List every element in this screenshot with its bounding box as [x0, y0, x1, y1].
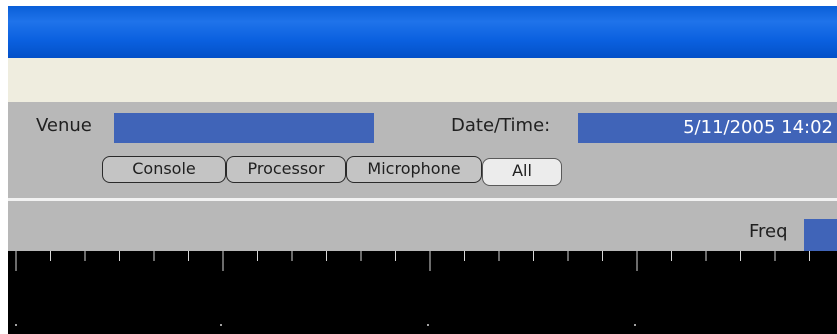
freq-field[interactable] [804, 219, 837, 251]
grid-dot [634, 324, 636, 326]
datetime-field[interactable]: 5/11/2005 14:02 [578, 113, 837, 143]
venue-label: Venue [36, 115, 92, 136]
datetime-label: Date/Time: [451, 115, 551, 136]
application-window: Venue Date/Time: 5/11/2005 14:02 Console… [8, 6, 837, 334]
graph-canvas [15, 251, 810, 326]
title-bar [8, 6, 837, 58]
tab-processor[interactable]: Processor [226, 156, 346, 183]
graph-axis-ticks [15, 251, 810, 326]
tab-microphone[interactable]: Microphone [346, 156, 482, 183]
info-panel: Venue Date/Time: 5/11/2005 14:02 Console… [8, 102, 837, 198]
menu-bar [8, 58, 837, 102]
graph-header: Freq [8, 201, 837, 251]
tab-console[interactable]: Console [102, 156, 226, 183]
grid-dot [220, 324, 222, 326]
grid-dot [427, 324, 429, 326]
venue-field[interactable] [114, 113, 374, 143]
frequency-graph[interactable] [8, 251, 837, 334]
tab-all[interactable]: All [482, 158, 562, 186]
freq-label: Freq [749, 221, 788, 242]
grid-dot [15, 324, 17, 326]
